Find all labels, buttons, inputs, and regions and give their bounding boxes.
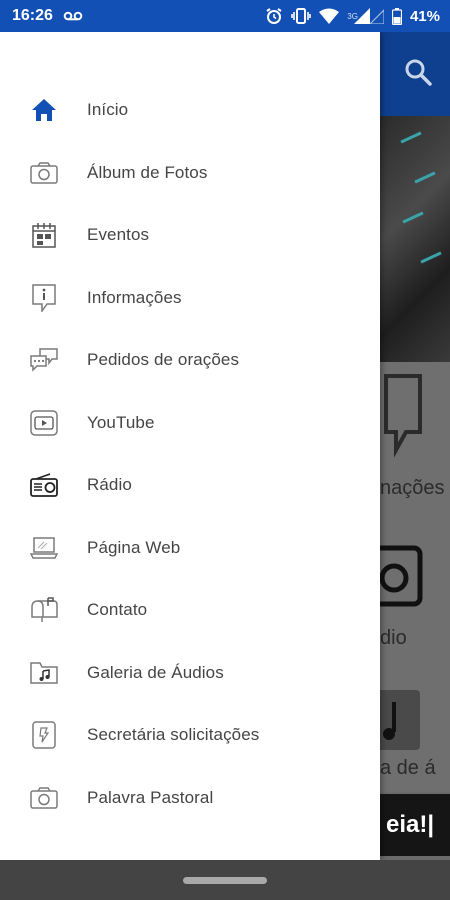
drawer-item-label: Palavra Pastoral <box>87 787 214 807</box>
home-icon <box>30 96 58 124</box>
drawer-item-label: Álbum de Fotos <box>87 162 208 182</box>
network-type: 3G <box>347 11 358 21</box>
music-folder-icon <box>30 659 58 687</box>
mailbox-icon <box>30 596 58 624</box>
drawer-item-label: Contato <box>87 600 148 620</box>
drawer-item-album-de-fotos[interactable]: Álbum de Fotos <box>0 142 380 205</box>
camera-icon <box>30 159 58 187</box>
tile-label-audios: a de á <box>380 757 436 779</box>
status-right: 3G 41% <box>265 7 440 25</box>
drawer-item-pagina-web[interactable]: Página Web <box>0 517 380 580</box>
drawer-item-label: Secretária solicitações <box>87 725 260 745</box>
clock: 16:26 <box>12 7 53 24</box>
drawer-item-radio[interactable]: Rádio <box>0 454 380 517</box>
drawer-item-eventos[interactable]: Eventos <box>0 204 380 267</box>
search-icon <box>405 59 432 86</box>
bottom-banner: eia!| <box>380 794 450 856</box>
home-gesture-handle[interactable] <box>183 876 267 884</box>
drawer-item-label: Rádio <box>87 475 132 495</box>
info-icon <box>30 284 58 312</box>
drawer-item-label: YouTube <box>87 412 155 432</box>
music-tile-icon <box>380 690 420 750</box>
drawer-item-label: Página Web <box>87 537 181 557</box>
drawer-item-palavra-pastoral[interactable]: Palavra Pastoral <box>0 767 380 830</box>
drawer-item-secretaria-solicitacoes[interactable]: Secretária solicitações <box>0 704 380 767</box>
status-left: 16:26 <box>12 7 83 25</box>
battery-icon <box>391 7 402 25</box>
drawer-item-informacoes[interactable]: Informações <box>0 267 380 330</box>
radio-tile-icon <box>380 545 423 607</box>
camera-icon <box>30 784 58 812</box>
system-navigation-bar <box>0 860 450 900</box>
voicemail-icon <box>63 10 83 22</box>
status-bar: 16:26 3G 41% <box>0 0 450 32</box>
drawer-item-label: Informações <box>87 287 182 307</box>
vibrate-icon <box>291 7 312 25</box>
navigation-drawer: Início Álbum de Fotos Eventos Informaçõe… <box>0 32 380 860</box>
search-button[interactable] <box>402 56 434 88</box>
radio-icon <box>30 471 58 499</box>
drawer-item-galeria-de-audios[interactable]: Galeria de Áudios <box>0 642 380 705</box>
alarm-icon <box>265 7 283 25</box>
calendar-icon <box>30 221 58 249</box>
app-grid: nações dio a de á <box>380 362 450 792</box>
laptop-icon <box>30 534 58 562</box>
drawer-item-inicio[interactable]: Início <box>0 79 380 142</box>
chat-icon <box>30 346 58 374</box>
info-tile-icon <box>384 374 422 458</box>
document-icon <box>30 721 58 749</box>
drawer-item-label: Eventos <box>87 225 150 245</box>
drawer-menu: Início Álbum de Fotos Eventos Informaçõe… <box>0 79 380 829</box>
battery-percent: 41% <box>409 7 440 25</box>
drawer-item-label: Pedidos de orações <box>87 350 240 370</box>
drawer-item-pedidos-de-oracoes[interactable]: Pedidos de orações <box>0 329 380 392</box>
drawer-item-contato[interactable]: Contato <box>0 579 380 642</box>
drawer-item-youtube[interactable]: YouTube <box>0 392 380 455</box>
drawer-item-label: Início <box>87 100 129 120</box>
wifi-icon <box>319 8 340 24</box>
tile-label-radio: dio <box>380 627 407 649</box>
signal-icon: 3G <box>347 8 384 24</box>
banner-photo <box>380 116 450 362</box>
tile-label-informacoes: nações <box>380 477 445 499</box>
youtube-icon <box>30 409 58 437</box>
drawer-item-label: Galeria de Áudios <box>87 662 224 682</box>
